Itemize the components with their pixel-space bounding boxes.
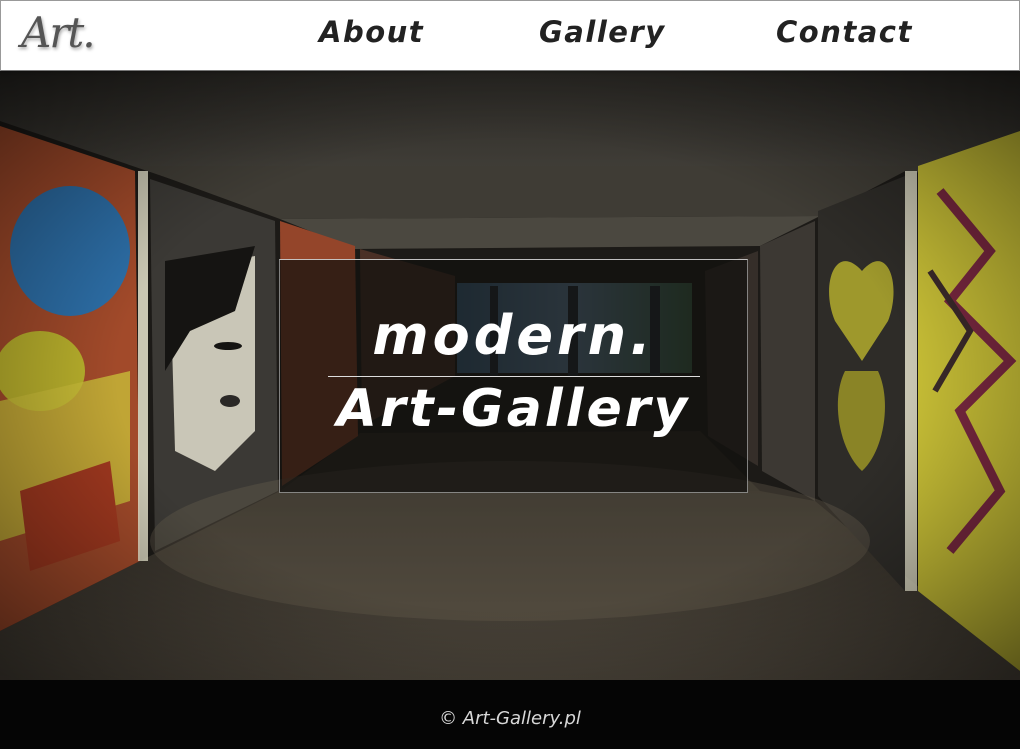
nav-link-contact[interactable]: Contact bbox=[776, 15, 913, 49]
nav-link-gallery[interactable]: Gallery bbox=[539, 15, 666, 49]
footer-copyright: © Art-Gallery.pl bbox=[439, 708, 581, 729]
hero-title-divider bbox=[328, 376, 700, 377]
hero-section: modern. Art-Gallery bbox=[0, 71, 1020, 680]
site-header: Art. About Gallery Contact bbox=[0, 0, 1020, 71]
hero-title-line2: Art-Gallery bbox=[336, 379, 691, 439]
site-footer: © Art-Gallery.pl bbox=[0, 680, 1020, 749]
hero-title-line1: modern. bbox=[372, 304, 655, 367]
hero-title-box: modern. Art-Gallery bbox=[279, 259, 748, 493]
site-logo[interactable]: Art. bbox=[21, 7, 96, 59]
nav-link-about[interactable]: About bbox=[319, 15, 424, 49]
